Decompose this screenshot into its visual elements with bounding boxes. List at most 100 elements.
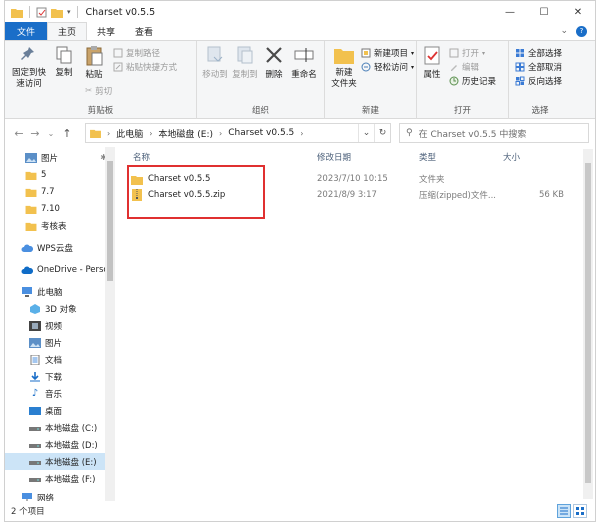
column-header-size[interactable]: 大小 bbox=[503, 151, 520, 163]
select-all-button[interactable]: 全部选择 bbox=[515, 47, 562, 59]
ribbon-options: ⌄ ? bbox=[560, 22, 595, 40]
recent-locations-chevron-icon[interactable]: ⌄ bbox=[43, 129, 59, 138]
paste-button[interactable]: 粘贴 bbox=[81, 45, 107, 81]
nav-pane-scrollbar[interactable] bbox=[105, 147, 115, 501]
copy-to-label: 复制到 bbox=[232, 70, 258, 80]
nav-item-documents[interactable]: 文档 bbox=[5, 351, 115, 368]
copy-path-button[interactable]: 复制路径 bbox=[113, 47, 160, 59]
file-list-scrollbar[interactable] bbox=[583, 149, 593, 499]
address-history-chevron-icon[interactable]: ⌄ bbox=[358, 124, 374, 142]
breadcrumb-charset-folder[interactable]: Charset v0.5.5 bbox=[228, 128, 294, 138]
computer-icon bbox=[21, 286, 33, 298]
nav-item-folder-7-10[interactable]: 7.10 bbox=[5, 200, 115, 217]
minimize-button[interactable]: — bbox=[493, 1, 527, 23]
folder-icon bbox=[25, 203, 37, 215]
nav-item-drive-d[interactable]: 本地磁盘 (D:) bbox=[5, 436, 115, 453]
paste-shortcut-icon bbox=[113, 62, 123, 72]
up-arrow-icon[interactable]: ↑ bbox=[59, 127, 75, 140]
tab-share[interactable]: 共享 bbox=[87, 22, 125, 40]
nav-item-folder-assessment[interactable]: 考核表 bbox=[5, 217, 115, 234]
back-arrow-icon[interactable]: ← bbox=[11, 127, 27, 140]
breadcrumb-separator-icon[interactable]: › bbox=[107, 129, 110, 138]
onedrive-icon bbox=[21, 264, 33, 276]
large-icons-view-icon[interactable] bbox=[573, 504, 587, 518]
nav-item-label: 本地磁盘 (D:) bbox=[45, 440, 98, 451]
copy-path-label: 复制路径 bbox=[126, 49, 161, 59]
address-bar[interactable]: › 此电脑 › 本地磁盘 (E:) › Charset v0.5.5 › ⌄ ↻ bbox=[85, 123, 391, 143]
new-folder-icon[interactable] bbox=[51, 7, 63, 18]
open-button[interactable]: 打开 ▾ bbox=[449, 47, 485, 59]
new-group: 新建 文件夹 新建项目 ▾ 轻松访问 ▾ 新建 bbox=[325, 41, 417, 119]
easy-access-button[interactable]: 轻松访问 ▾ bbox=[361, 61, 414, 73]
nav-item-folder-7-7[interactable]: 7.7 bbox=[5, 183, 115, 200]
properties-icon[interactable] bbox=[36, 7, 47, 18]
paste-shortcut-button[interactable]: 粘贴快捷方式 bbox=[113, 61, 177, 73]
column-header-modified[interactable]: 修改日期 bbox=[317, 151, 351, 163]
clipboard-group: 固定到快 速访问 复制 粘贴 复制路径 粘贴快捷方式 ✂ 剪切 剪贴板 bbox=[5, 41, 197, 119]
details-view-icon[interactable] bbox=[557, 504, 571, 518]
pin-icon bbox=[21, 47, 34, 60]
rename-button[interactable]: 重命名 bbox=[289, 45, 319, 81]
nav-item-music[interactable]: ♪ 音乐 bbox=[5, 385, 115, 402]
forward-arrow-icon[interactable]: → bbox=[27, 127, 43, 140]
rename-label: 重命名 bbox=[291, 70, 317, 80]
nav-item-pictures[interactable]: 图片 bbox=[5, 334, 115, 351]
status-bar: 2 个项目 bbox=[5, 501, 595, 521]
breadcrumb-separator-icon[interactable]: › bbox=[219, 129, 222, 138]
file-list-scrollbar-thumb[interactable] bbox=[585, 163, 591, 483]
help-icon[interactable]: ? bbox=[576, 25, 587, 37]
new-item-label: 新建项目 bbox=[374, 49, 409, 59]
nav-item-wps-cloud[interactable]: WPS云盘 bbox=[5, 239, 115, 256]
delete-button[interactable]: 删除 bbox=[263, 45, 285, 81]
refresh-icon[interactable]: ↻ bbox=[374, 124, 390, 142]
tab-file[interactable]: 文件 bbox=[5, 22, 48, 40]
tab-home[interactable]: 主页 bbox=[47, 22, 88, 40]
new-folder-button[interactable]: 新建 文件夹 bbox=[327, 45, 361, 90]
column-header-type[interactable]: 类型 bbox=[419, 151, 436, 163]
maximize-button[interactable]: ☐ bbox=[527, 1, 561, 23]
divider bbox=[29, 6, 30, 18]
search-placeholder: 在 Charset v0.5.5 中搜索 bbox=[418, 129, 527, 140]
nav-item-pictures-pinned[interactable]: 图片 ✱ bbox=[5, 149, 115, 166]
invert-selection-button[interactable]: 反向选择 bbox=[515, 75, 562, 87]
move-to-button[interactable]: 移动到 bbox=[201, 45, 229, 81]
nav-item-this-pc[interactable]: 此电脑 bbox=[5, 283, 115, 300]
close-button[interactable]: ✕ bbox=[561, 1, 595, 23]
breadcrumb-drive-e[interactable]: 本地磁盘 (E:) bbox=[158, 127, 213, 140]
collapse-ribbon-icon[interactable]: ⌄ bbox=[560, 26, 568, 36]
breadcrumb-separator-icon[interactable]: › bbox=[300, 129, 303, 138]
copy-button[interactable]: 复制 bbox=[51, 45, 77, 79]
nav-item-downloads[interactable]: 下载 bbox=[5, 368, 115, 385]
cut-button[interactable]: ✂ 剪切 bbox=[85, 85, 112, 97]
breadcrumb-this-pc[interactable]: 此电脑 bbox=[116, 127, 143, 140]
file-modified: 2021/8/9 3:17 bbox=[317, 190, 377, 200]
nav-item-drive-c[interactable]: 本地磁盘 (C:) bbox=[5, 419, 115, 436]
nav-item-videos[interactable]: 视频 bbox=[5, 317, 115, 334]
edit-button[interactable]: 编辑 bbox=[449, 61, 479, 73]
nav-item-desktop[interactable]: 桌面 bbox=[5, 402, 115, 419]
nav-item-3d-objects[interactable]: 3D 对象 bbox=[5, 300, 115, 317]
annotation-highlight-box bbox=[127, 165, 265, 219]
copy-to-button[interactable]: 复制到 bbox=[231, 45, 259, 81]
folder-icon bbox=[25, 220, 37, 232]
customize-chevron-icon[interactable]: ▾ bbox=[67, 8, 71, 16]
select-none-button[interactable]: 全部取消 bbox=[515, 61, 562, 73]
column-header-name[interactable]: 名称 bbox=[133, 151, 150, 163]
nav-item-label: 考核表 bbox=[41, 221, 67, 232]
nav-item-network[interactable]: 网络 bbox=[5, 489, 115, 501]
nav-pane-scrollbar-thumb[interactable] bbox=[107, 161, 113, 281]
new-item-button[interactable]: 新建项目 ▾ bbox=[361, 47, 414, 59]
nav-item-onedrive[interactable]: OneDrive - Perso bbox=[5, 261, 115, 278]
breadcrumb-separator-icon[interactable]: › bbox=[149, 129, 152, 138]
nav-item-drive-f[interactable]: 本地磁盘 (F:) bbox=[5, 470, 115, 487]
history-button[interactable]: 历史记录 bbox=[449, 75, 496, 87]
properties-button[interactable]: 属性 bbox=[421, 45, 443, 81]
nav-item-label: 本地磁盘 (C:) bbox=[45, 423, 98, 434]
nav-item-folder-5[interactable]: 5 bbox=[5, 166, 115, 183]
tab-view[interactable]: 查看 bbox=[125, 22, 163, 40]
search-box[interactable]: ⚲ 在 Charset v0.5.5 中搜索 bbox=[399, 123, 589, 143]
nav-item-label: OneDrive - Perso bbox=[37, 264, 109, 275]
pin-quick-access-button[interactable]: 固定到快 速访问 bbox=[11, 45, 47, 90]
copy-path-icon bbox=[113, 48, 123, 58]
nav-item-drive-e[interactable]: 本地磁盘 (E:) bbox=[5, 453, 115, 470]
